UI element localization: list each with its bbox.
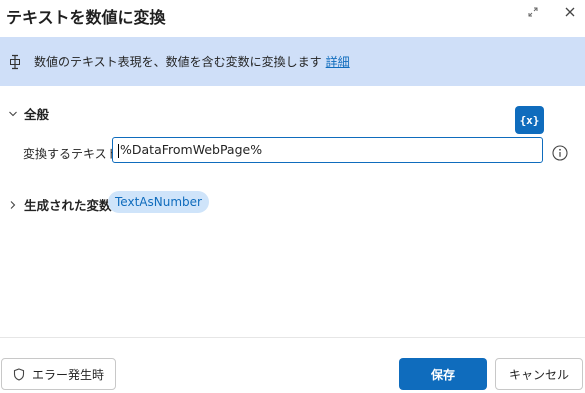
variables-section-header: 生成された変数 [24, 198, 112, 213]
chevron-down-icon [7, 108, 19, 120]
close-button[interactable] [560, 2, 580, 22]
general-section-header: 全般 [24, 107, 50, 122]
info-banner: 数値のテキスト表現を、数値を含む変数に変換します 詳細 [0, 37, 585, 86]
cancel-button[interactable]: キャンセル [495, 358, 583, 390]
variables-section-toggle[interactable]: 生成された変数 [7, 195, 112, 214]
chevron-right-icon [7, 199, 19, 211]
on-error-button[interactable]: エラー発生時 [1, 358, 116, 390]
on-error-label: エラー発生時 [31, 367, 104, 382]
text-to-convert-label: 変換するテキスト: [23, 147, 123, 161]
variable-chip[interactable]: TextAsNumber [108, 191, 209, 213]
expand-button[interactable] [523, 2, 543, 22]
info-description: 数値のテキスト表現を、数値を含む変数に変換します [34, 55, 322, 69]
text-to-convert-input[interactable]: %DataFromWebPage% [112, 137, 543, 163]
text-to-convert-value: %DataFromWebPage% [120, 142, 263, 157]
close-icon [565, 7, 575, 17]
text-caret [118, 143, 119, 158]
info-icon[interactable] [552, 145, 568, 161]
save-button[interactable]: 保存 [399, 358, 487, 390]
general-section-toggle[interactable]: 全般 [7, 104, 49, 123]
text-cursor-icon [8, 54, 22, 70]
shield-icon [13, 367, 25, 381]
details-link[interactable]: 詳細 [326, 53, 350, 70]
footer-divider [0, 337, 585, 338]
insert-variable-button[interactable]: {x} [515, 106, 544, 134]
dialog-title: テキストを数値に変換 [6, 8, 166, 27]
expand-icon [528, 7, 538, 17]
